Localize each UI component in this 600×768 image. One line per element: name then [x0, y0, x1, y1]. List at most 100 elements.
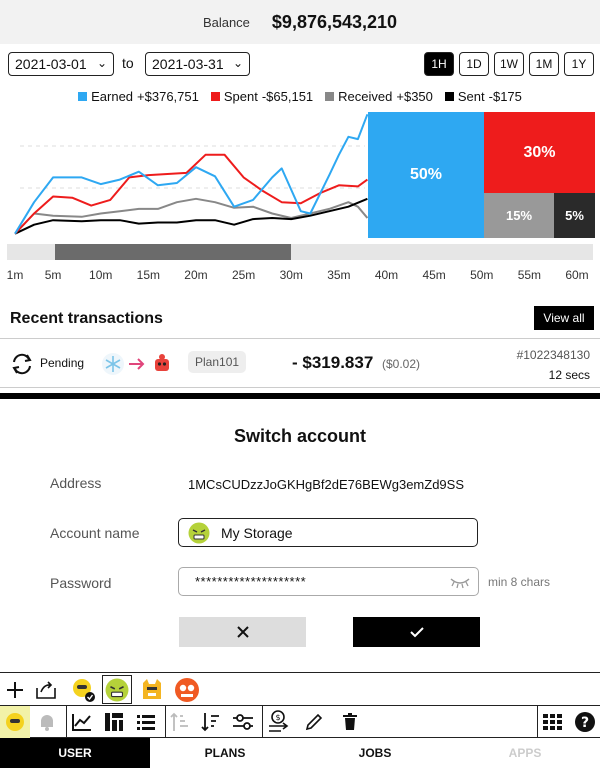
- balance-label: Balance: [202, 14, 250, 30]
- time-range-handle[interactable]: [55, 244, 291, 260]
- eye-closed-icon[interactable]: [449, 575, 471, 589]
- legend-swatch: [444, 92, 454, 101]
- account-name-value: My Storage: [221, 524, 293, 541]
- duck-avatar-icon: [6, 713, 24, 731]
- x-tick-label: 45m: [422, 268, 446, 282]
- chart-view-button[interactable]: [66, 706, 96, 738]
- legend-item-spent[interactable]: Spent -$65,151: [210, 89, 314, 104]
- legend-name: Earned: [91, 89, 134, 104]
- nav-tab-user[interactable]: USER: [0, 738, 150, 768]
- dashboard-view-button[interactable]: [99, 706, 129, 738]
- x-tick-label: 5m: [44, 268, 62, 282]
- x-tick-label: 55m: [517, 268, 542, 282]
- password-hint: min 8 chars: [488, 575, 551, 589]
- nav-tab-plans[interactable]: PLANS: [150, 738, 300, 768]
- section-divider: [0, 393, 600, 399]
- sort-ascending-icon: [169, 712, 188, 731]
- plan-badge[interactable]: Plan101: [188, 351, 247, 373]
- dashboard-icon: [105, 713, 123, 731]
- legend-item-received[interactable]: Received +$350: [325, 89, 433, 104]
- date-from-select[interactable]: 2021-03-01 ⌄: [8, 52, 114, 76]
- transaction-time: 12 secs: [548, 368, 590, 382]
- transaction-row[interactable]: Pending Plan101 - $319.837 ($0.02) #1022…: [0, 338, 600, 388]
- treemap-cell-spent[interactable]: 30%: [484, 112, 595, 193]
- account-avatar-duck-icon[interactable]: [70, 677, 96, 703]
- list-view-button[interactable]: [131, 706, 161, 738]
- address-label: Address: [50, 475, 102, 491]
- x-tick-label: 1m: [6, 268, 24, 282]
- treemap-label: 15%: [505, 208, 533, 223]
- delete-button[interactable]: [336, 706, 364, 738]
- close-icon: [236, 626, 249, 638]
- treemap-cell-sent[interactable]: 5%: [554, 193, 595, 238]
- cancel-button[interactable]: [179, 617, 306, 647]
- sort-descending-icon: [201, 713, 219, 732]
- trash-icon: [343, 713, 357, 730]
- legend-value: -$65,151: [261, 89, 314, 104]
- legend-swatch: [325, 92, 335, 101]
- treemap-cell-earned[interactable]: 50%: [368, 112, 484, 238]
- send-payment-button[interactable]: $: [262, 706, 292, 738]
- user-tool-button[interactable]: [0, 706, 30, 738]
- tool-bar: $ ?: [0, 706, 600, 738]
- import-account-icon[interactable]: [35, 680, 57, 700]
- transaction-id[interactable]: #1022348130: [517, 348, 590, 362]
- help-button[interactable]: ?: [570, 706, 600, 738]
- help-icon: ?: [575, 712, 595, 732]
- treemap-label: 5%: [565, 208, 584, 223]
- dialog-title: Switch account: [233, 426, 367, 446]
- treemap-label: 50%: [409, 166, 443, 183]
- transaction-amount: - $319.837: [292, 353, 374, 372]
- add-icon[interactable]: [5, 680, 25, 700]
- robot-avatar-icon: [155, 354, 169, 371]
- nav-tab-apps: APPS: [508, 746, 542, 760]
- svg-text:$: $: [275, 713, 280, 722]
- sort-descending-button[interactable]: [197, 706, 225, 738]
- account-avatar-storage-icon: [105, 678, 129, 702]
- line-chart[interactable]: [0, 108, 368, 240]
- keypad-button[interactable]: [537, 706, 567, 738]
- check-icon: [409, 627, 424, 638]
- x-tick-label: 20m: [184, 268, 208, 282]
- range-button-1y[interactable]: 1Y: [564, 52, 594, 76]
- account-avatar-cat-icon[interactable]: [139, 677, 165, 703]
- transaction-status: Pending: [40, 356, 85, 370]
- account-name-field[interactable]: My Storage: [178, 518, 478, 547]
- selected-account-frame[interactable]: [102, 675, 132, 704]
- x-tick-label: 30m: [279, 268, 303, 282]
- range-button-1d[interactable]: 1D: [459, 52, 489, 76]
- legend-item-earned[interactable]: Earned +$376,751: [78, 89, 199, 104]
- x-tick-label: 25m: [231, 268, 256, 282]
- password-value: ********************: [195, 574, 307, 589]
- account-name-label: Account name: [50, 525, 140, 541]
- range-button-1h[interactable]: 1H: [424, 52, 454, 76]
- balance-value: $9,876,543,210: [271, 11, 398, 32]
- confirm-button[interactable]: [353, 617, 480, 647]
- recent-transactions-title: Recent transactions: [10, 310, 163, 327]
- legend-name: Received: [338, 89, 393, 104]
- x-axis-ticks: 1m 5m 10m 15m 20m 25m 30m 35m 40m 45m 50m 55m 60m: [0, 268, 600, 284]
- view-all-button[interactable]: View all: [534, 306, 594, 330]
- filter-button[interactable]: [229, 706, 257, 738]
- x-tick-label: 35m: [327, 268, 351, 282]
- balance-header: Balance $9,876,543,210: [0, 0, 600, 44]
- date-to-select[interactable]: 2021-03-31 ⌄: [145, 52, 250, 76]
- chevron-down-icon: ⌄: [96, 56, 107, 70]
- range-button-1w[interactable]: 1W: [494, 52, 524, 76]
- range-button-1m[interactable]: 1M: [529, 52, 559, 76]
- pending-sync-icon: [12, 353, 32, 375]
- snowflake-avatar-icon: [102, 353, 124, 375]
- password-label: Password: [50, 575, 112, 591]
- password-field[interactable]: ********************: [178, 567, 479, 596]
- sort-ascending-button: [165, 706, 193, 738]
- account-avatar-robot-icon[interactable]: [174, 677, 200, 703]
- nav-tab-jobs[interactable]: JOBS: [300, 738, 450, 768]
- legend-value: -$175: [488, 89, 522, 104]
- edit-button[interactable]: [300, 706, 328, 738]
- treemap-cell-received[interactable]: 15%: [484, 193, 554, 238]
- account-bar: [0, 672, 600, 706]
- list-icon: [137, 715, 155, 730]
- x-tick-label: 60m: [565, 268, 589, 282]
- notifications-button[interactable]: [34, 706, 60, 738]
- legend-item-sent[interactable]: Sent -$175: [444, 89, 522, 104]
